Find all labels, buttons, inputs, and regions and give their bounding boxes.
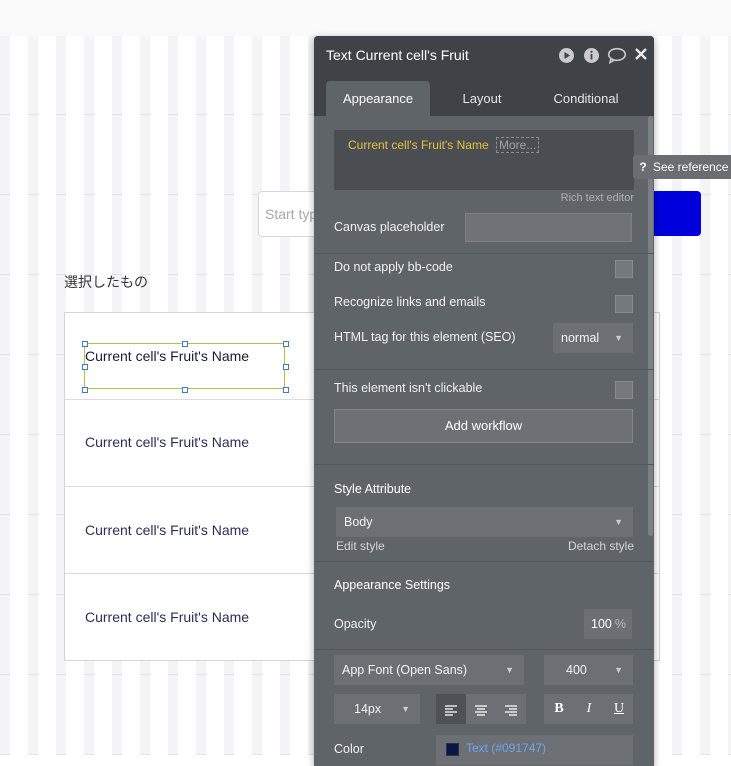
- editor-top-bar: [0, 0, 731, 36]
- resize-handle[interactable]: [283, 387, 289, 393]
- color-value[interactable]: Text (#091747): [466, 741, 546, 755]
- bold-button[interactable]: B: [544, 694, 574, 724]
- resize-handle[interactable]: [182, 387, 188, 393]
- font-family-value: App Font (Open Sans): [342, 663, 468, 677]
- cell-text[interactable]: Current cell's Fruit's Name: [85, 522, 249, 538]
- opacity-unit: %: [614, 617, 626, 631]
- align-center-icon: [475, 705, 487, 716]
- divider: [314, 253, 654, 254]
- no-bbcode-checkbox[interactable]: [615, 260, 633, 278]
- close-icon[interactable]: [632, 47, 650, 65]
- more-link[interactable]: More...: [496, 137, 540, 153]
- tab-conditional[interactable]: Conditional: [536, 81, 636, 116]
- color-label: Color: [334, 742, 364, 756]
- panel-tabs: Appearance Layout Conditional: [314, 76, 654, 116]
- chevron-down-icon: ▼: [401, 704, 410, 714]
- selected-label: 選択したもの: [64, 274, 148, 290]
- chevron-down-icon: ▼: [614, 517, 623, 527]
- align-right-icon: [505, 705, 517, 716]
- cell-text[interactable]: Current cell's Fruit's Name: [85, 434, 249, 450]
- align-left-icon: [445, 705, 457, 716]
- html-tag-value: normal: [561, 331, 600, 345]
- no-bbcode-label: Do not apply bb-code: [334, 260, 453, 274]
- text-align-group: [436, 694, 526, 724]
- opacity-input[interactable]: 100%: [584, 609, 632, 639]
- divider: [314, 369, 654, 370]
- align-center-button[interactable]: [466, 694, 496, 724]
- chevron-down-icon: ▼: [614, 333, 623, 343]
- canvas-placeholder-input[interactable]: [465, 213, 632, 242]
- question-icon: ?: [639, 160, 647, 174]
- text-style-group: B I U: [544, 694, 633, 724]
- canvas-placeholder-label: Canvas placeholder: [334, 220, 445, 234]
- recognize-links-checkbox[interactable]: [615, 295, 633, 313]
- divider: [314, 464, 654, 465]
- align-left-button[interactable]: [436, 694, 466, 724]
- font-family-dropdown[interactable]: App Font (Open Sans) ▼: [334, 655, 524, 685]
- comment-icon[interactable]: [606, 47, 628, 65]
- chevron-down-icon: ▼: [505, 665, 514, 675]
- tab-appearance[interactable]: Appearance: [326, 81, 430, 116]
- not-clickable-checkbox[interactable]: [615, 381, 633, 399]
- resize-handle[interactable]: [82, 387, 88, 393]
- detach-style-link[interactable]: Detach style: [568, 539, 634, 553]
- opacity-label: Opacity: [334, 617, 377, 631]
- edit-style-link[interactable]: Edit style: [336, 539, 385, 553]
- resize-handle[interactable]: [82, 364, 88, 370]
- font-weight-value: 400: [566, 663, 587, 677]
- style-dropdown[interactable]: Body ▼: [336, 507, 633, 537]
- resize-handle[interactable]: [283, 341, 289, 347]
- appearance-settings-label: Appearance Settings: [334, 578, 451, 592]
- cell-text: Current cell's Fruit's Name: [85, 348, 250, 364]
- chevron-down-icon: ▼: [614, 665, 623, 675]
- html-tag-dropdown[interactable]: normal ▼: [553, 323, 633, 353]
- selected-text-element[interactable]: Current cell's Fruit's Name: [82, 341, 289, 393]
- underline-button[interactable]: U: [604, 694, 634, 724]
- see-reference-label: See reference: [653, 160, 729, 174]
- html-tag-label: HTML tag for this element (SEO): [334, 330, 516, 344]
- text-content-editor[interactable]: Current cell's Fruit's Name More...: [334, 130, 634, 190]
- panel-title: Text Current cell's Fruit: [326, 47, 469, 63]
- dynamic-expression[interactable]: Current cell's Fruit's Name: [348, 138, 489, 152]
- font-weight-dropdown[interactable]: 400 ▼: [544, 655, 633, 685]
- font-size-dropdown[interactable]: 14px ▼: [334, 694, 420, 724]
- color-swatch[interactable]: [446, 743, 459, 756]
- panel-scrollbar[interactable]: [648, 116, 653, 536]
- rich-text-editor-link[interactable]: Rich text editor: [561, 192, 634, 204]
- panel-header[interactable]: Text Current cell's Fruit: [314, 36, 654, 76]
- style-attribute-label: Style Attribute: [334, 482, 412, 496]
- not-clickable-label: This element isn't clickable: [334, 381, 483, 395]
- color-picker[interactable]: Text (#091747): [436, 735, 633, 765]
- align-right-button[interactable]: [496, 694, 526, 724]
- cell-text[interactable]: Current cell's Fruit's Name: [85, 609, 249, 625]
- recognize-links-label: Recognize links and emails: [334, 295, 486, 309]
- property-editor-panel: Text Current cell's Fruit Appearance Lay…: [314, 36, 654, 766]
- italic-button[interactable]: I: [574, 694, 604, 724]
- see-reference-button[interactable]: ? See reference: [633, 155, 731, 179]
- resize-handle[interactable]: [82, 341, 88, 347]
- add-workflow-button[interactable]: Add workflow: [334, 409, 633, 443]
- font-size-value: 14px: [354, 702, 382, 716]
- resize-handle[interactable]: [182, 341, 188, 347]
- resize-handle[interactable]: [283, 364, 289, 370]
- tab-layout[interactable]: Layout: [442, 81, 522, 116]
- divider: [314, 561, 654, 562]
- divider: [314, 649, 654, 650]
- opacity-value: 100: [591, 617, 612, 631]
- style-value: Body: [344, 515, 373, 529]
- play-icon[interactable]: [557, 47, 575, 65]
- info-icon[interactable]: [582, 47, 600, 65]
